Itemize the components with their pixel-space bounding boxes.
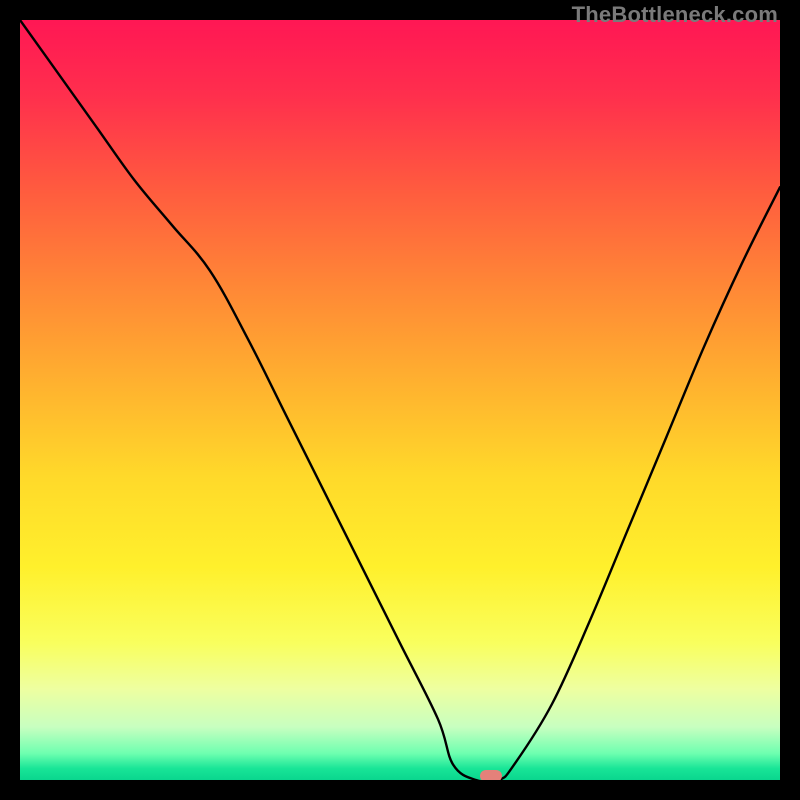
watermark-text: TheBottleneck.com [572,2,778,28]
bottleneck-curve [20,20,780,780]
optimal-marker [480,770,502,780]
plot-area [20,20,780,780]
chart-frame: TheBottleneck.com [0,0,800,800]
